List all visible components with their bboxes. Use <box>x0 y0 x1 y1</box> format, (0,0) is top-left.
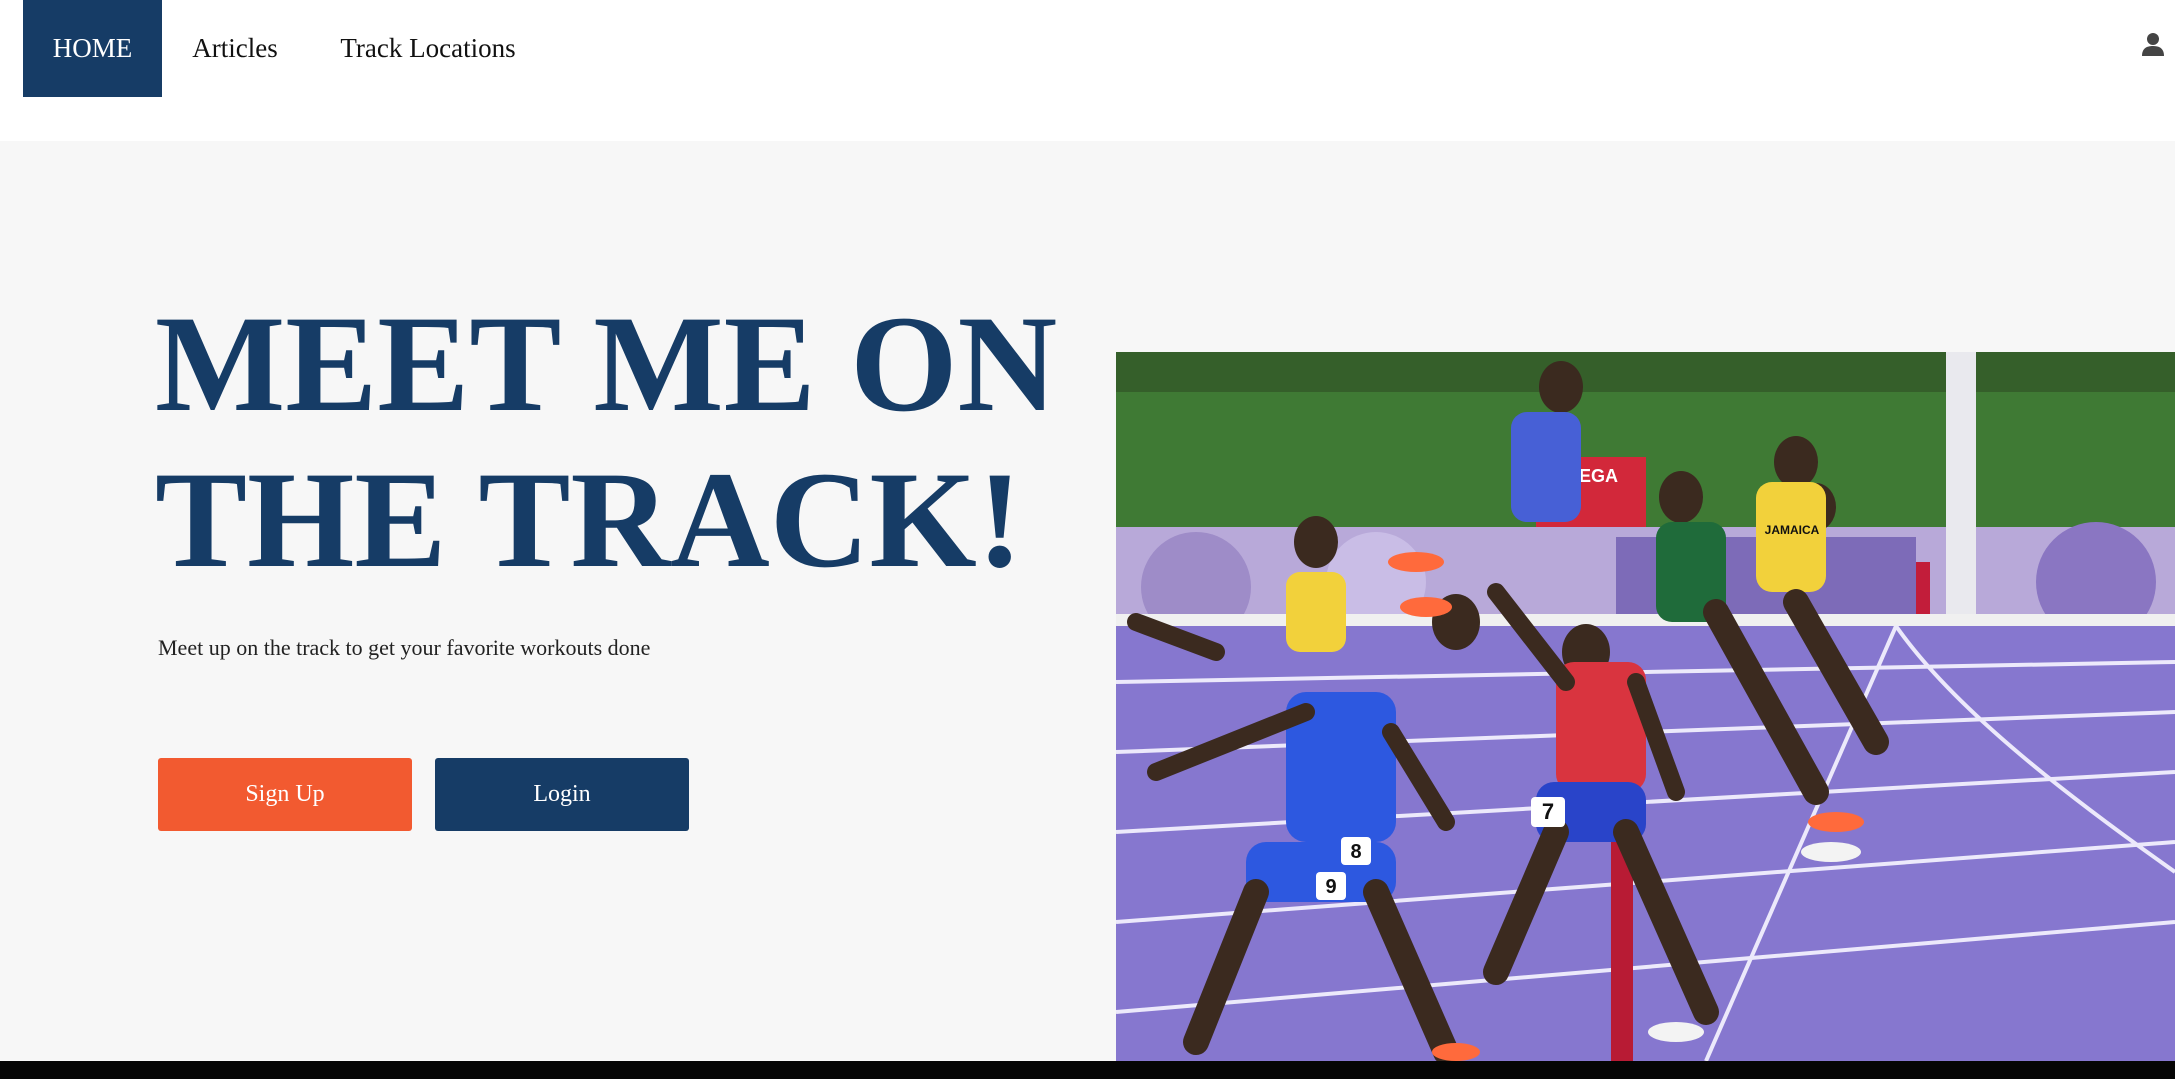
signup-button[interactable]: Sign Up <box>158 758 412 831</box>
jersey-text: JAMAICA <box>1765 523 1820 537</box>
hero-headline: MEET ME ON THE TRACK! <box>155 286 1105 598</box>
nav-articles[interactable]: Articles <box>180 0 290 97</box>
footer-bar <box>0 1061 2175 1079</box>
bib-number-9: 9 <box>1325 876 1336 898</box>
login-button[interactable]: Login <box>435 758 689 831</box>
nav-track-locations[interactable]: Track Locations <box>328 0 528 97</box>
nav-home[interactable]: HOME <box>23 0 162 97</box>
hero-subtext: Meet up on the track to get your favorit… <box>158 635 651 660</box>
bib-number-7: 7 <box>1542 799 1554 824</box>
user-icon[interactable] <box>2140 31 2166 57</box>
top-navbar: HOME Articles Track Locations <box>0 0 2175 141</box>
sprinters-photo: MEGA JAMAICA 9 8 7 <box>1116 352 2175 1061</box>
headline-line-2: THE TRACK! <box>155 443 1023 596</box>
hero-image: MEGA JAMAICA 9 8 7 <box>1116 352 2175 1061</box>
bib-number-8: 8 <box>1350 841 1361 863</box>
hero-section: MEET ME ON THE TRACK! Meet up on the tra… <box>0 141 2175 1061</box>
headline-line-1: MEET ME ON <box>155 287 1058 440</box>
